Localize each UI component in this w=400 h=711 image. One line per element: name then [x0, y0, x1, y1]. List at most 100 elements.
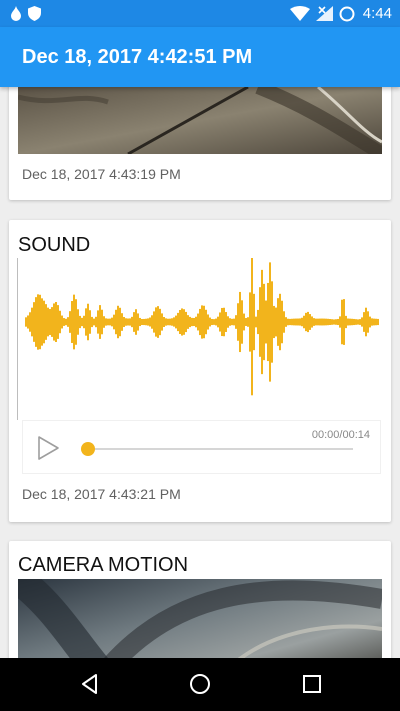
waveform-bar	[171, 318, 173, 326]
waveform-bar	[325, 318, 327, 326]
waveform-bar	[95, 316, 97, 328]
waveform-bar	[51, 307, 53, 337]
play-icon[interactable]	[35, 435, 61, 461]
waveform-bar	[137, 313, 139, 331]
waveform-bar	[323, 318, 325, 326]
waveform-bar	[193, 317, 195, 327]
waveform-bar	[37, 294, 39, 350]
waveform-bar	[103, 316, 105, 328]
status-bar-left	[10, 6, 41, 21]
waveform-bar	[315, 318, 317, 326]
waveform-bar	[131, 316, 133, 328]
event-card-image[interactable]: Dec 18, 2017 4:43:19 PM	[9, 87, 391, 200]
waveform-bar	[169, 318, 171, 326]
waveform-bar	[345, 315, 347, 329]
waveform-bar	[257, 309, 259, 335]
waveform-bar	[265, 300, 267, 344]
waveform-bar	[227, 316, 229, 328]
waveform-bar	[239, 291, 241, 353]
waveform-bar	[61, 315, 63, 329]
waveform-bar	[185, 311, 187, 333]
waveform-bar	[215, 318, 217, 326]
waveform-bar	[287, 318, 289, 326]
waveform-bar	[259, 287, 261, 357]
waveform-bar	[281, 300, 283, 344]
waveform-bar	[165, 318, 167, 326]
waveform-bar	[219, 312, 221, 332]
waveform-bar	[41, 298, 43, 346]
waveform-bar	[83, 315, 85, 329]
card-title: SOUND	[18, 234, 91, 256]
back-icon[interactable]	[78, 672, 102, 696]
seek-track[interactable]	[87, 448, 353, 450]
navigation-bar	[0, 658, 400, 711]
waveform-bar	[337, 318, 339, 326]
waveform-bar	[87, 303, 89, 341]
waveform-bar	[115, 309, 117, 335]
status-bar: 4:44	[0, 0, 400, 27]
waveform-bar	[183, 309, 185, 335]
recents-icon[interactable]	[300, 672, 324, 696]
event-card-camera-motion[interactable]: CAMERA MOTION	[9, 541, 391, 658]
waveform-bar	[45, 304, 47, 340]
waveform-bar	[101, 309, 103, 335]
waveform-bar	[237, 303, 239, 341]
waveform-bar	[135, 309, 137, 335]
waveform-bar	[253, 293, 255, 351]
waveform-bar	[351, 318, 353, 326]
waveform-bar	[349, 318, 351, 326]
event-card-sound[interactable]: SOUND 00:00/00:14 Dec 18, 2017 4:43:21 P…	[9, 220, 391, 522]
waveform-bar	[269, 262, 271, 382]
waveform-bar	[365, 307, 367, 337]
waveform-bar	[231, 318, 233, 326]
waveform-bar	[251, 248, 253, 396]
home-icon[interactable]	[188, 672, 212, 696]
waveform-bar	[241, 300, 243, 344]
audio-player: 00:00/00:14	[22, 420, 381, 474]
waveform-bar	[329, 318, 331, 326]
waveform-bar	[245, 318, 247, 326]
waveform-bar	[209, 317, 211, 327]
seek-thumb[interactable]	[81, 442, 95, 456]
waveform-bar	[191, 317, 193, 327]
waveform-bar	[195, 316, 197, 328]
waveform-bar	[297, 318, 299, 326]
waveform-bar	[235, 315, 237, 329]
waveform-bar	[107, 318, 109, 326]
waveform-bar	[43, 300, 45, 344]
waveform-bar	[31, 307, 33, 337]
waveform-bar	[175, 315, 177, 329]
waveform-bar	[139, 317, 141, 327]
waveform-bar	[55, 302, 57, 342]
waveform-bar	[273, 305, 275, 339]
waveform-bar	[311, 316, 313, 328]
waveform-bar	[255, 316, 257, 328]
waveform-bar	[71, 301, 73, 343]
waveform-bar	[65, 318, 67, 326]
waveform-bar	[225, 312, 227, 332]
waveform-bar	[145, 318, 147, 326]
waveform-bar	[375, 318, 377, 326]
waveform-bar	[291, 318, 293, 326]
event-image[interactable]	[18, 579, 382, 658]
waveform-bar	[373, 318, 375, 326]
waveform-bar	[155, 307, 157, 337]
waveform-bar	[99, 305, 101, 339]
waveform-bar	[335, 319, 337, 325]
waveform-bar	[39, 294, 41, 350]
waveform-bar	[223, 307, 225, 337]
waveform-bar	[299, 318, 301, 326]
waveform-bar	[371, 318, 373, 326]
waveform-bar	[161, 313, 163, 331]
waveform-bar	[279, 293, 281, 351]
waveform-bar	[203, 305, 205, 339]
waveform-bar	[109, 318, 111, 326]
waveform-bar	[293, 318, 295, 326]
waveform-bar	[369, 316, 371, 328]
event-list[interactable]: Dec 18, 2017 4:43:19 PM SOUND 00:00/00:1…	[0, 87, 400, 658]
event-image[interactable]	[18, 87, 382, 154]
waveform-bar	[35, 297, 37, 347]
waveform-bar	[319, 318, 321, 326]
notification-drop-icon	[11, 6, 21, 21]
playback-time: 00:00/00:14	[311, 429, 370, 441]
